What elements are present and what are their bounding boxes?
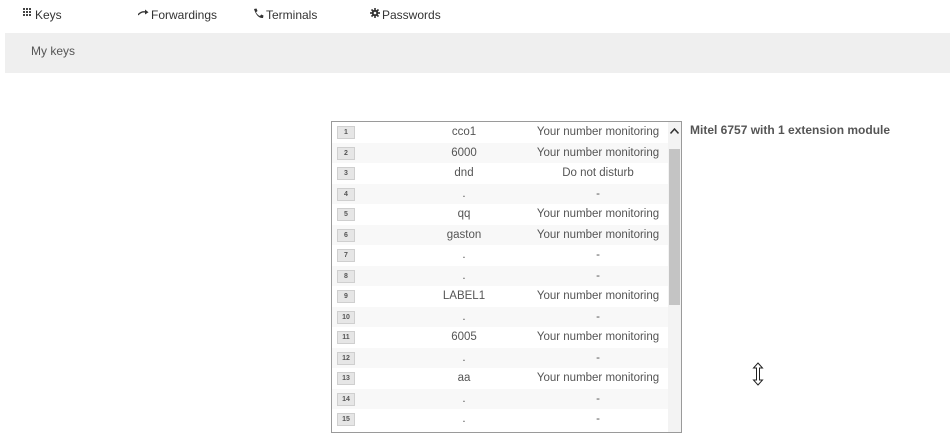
scroll-up-icon[interactable]	[668, 125, 681, 139]
key-row[interactable]: 9 LABEL1 Your number monitoring	[332, 286, 668, 307]
key-row[interactable]: 12. -	[332, 347, 668, 368]
nav-passwords[interactable]: Passwords	[370, 7, 441, 23]
key-row[interactable]: 15. -	[332, 409, 668, 430]
sub-header-bar: My keys	[5, 33, 950, 73]
key-label: aa	[457, 372, 471, 385]
key-number-badge[interactable]: 2	[337, 146, 355, 160]
key-row[interactable]: 6 gaston Your number monitoring	[332, 224, 668, 245]
key-number-badge[interactable]: 7	[337, 249, 355, 262]
key-row[interactable]: 3 dnd Do not disturb	[332, 163, 668, 184]
key-function: Do not disturb	[562, 167, 634, 180]
key-label: .	[462, 249, 466, 262]
key-label: 6000	[451, 146, 477, 159]
key-number-badge[interactable]: 1	[337, 126, 355, 139]
nav-keys-label: Keys	[35, 8, 62, 22]
nav-keys[interactable]: Keys	[23, 7, 62, 23]
top-navigation: Keys Forwardings Terminals Passwords	[0, 0, 950, 30]
scrollbar[interactable]	[668, 122, 681, 432]
key-function: Your number monitoring	[536, 146, 660, 159]
key-row[interactable]: 10. -	[332, 306, 668, 327]
key-function: -	[596, 392, 600, 405]
key-label: dnd	[454, 167, 474, 180]
grid-icon	[23, 8, 33, 22]
nav-terminals-label: Terminals	[266, 8, 318, 22]
key-function: Your number monitoring	[536, 126, 660, 139]
nav-forwardings[interactable]: Forwardings	[137, 7, 218, 23]
key-label: qq	[457, 208, 471, 221]
key-function: Your number monitoring	[536, 372, 660, 385]
key-function: Your number monitoring	[536, 228, 660, 241]
phone-icon	[253, 8, 264, 23]
resize-cursor-icon	[752, 362, 764, 386]
key-label: gaston	[446, 228, 482, 241]
key-number-badge[interactable]: 13	[337, 372, 355, 385]
key-function: -	[596, 413, 600, 426]
key-row[interactable]: 8. -	[332, 265, 668, 286]
key-label: .	[462, 269, 466, 282]
key-function: Your number monitoring	[536, 290, 660, 303]
key-label: cco1	[451, 126, 477, 139]
key-function: -	[596, 269, 600, 282]
arrow-right-icon	[137, 9, 149, 21]
device-title: Mitel 6757 with 1 extension module	[690, 123, 891, 137]
key-row[interactable]: 4. -	[332, 183, 668, 204]
page-title: My keys	[31, 44, 76, 58]
key-number-badge[interactable]: 4	[337, 187, 355, 201]
nav-passwords-label: Passwords	[382, 8, 441, 22]
key-label: .	[462, 392, 466, 405]
key-function: -	[596, 310, 600, 323]
key-row[interactable]: 1 cco1 Your number monitoring	[332, 122, 668, 143]
key-label: 6005	[451, 331, 477, 344]
key-function: -	[596, 249, 600, 262]
key-number-badge[interactable]: 14	[337, 392, 355, 406]
gear-icon	[370, 8, 380, 22]
key-number-badge[interactable]: 11	[337, 331, 355, 344]
key-number-badge[interactable]: 3	[337, 167, 355, 180]
key-function: Your number monitoring	[536, 331, 660, 344]
key-row[interactable]: 5 qq Your number monitoring	[332, 204, 668, 225]
keys-list-panel: 1 cco1 Your number monitoring 2 6000 Your num…	[331, 121, 682, 433]
key-number-badge[interactable]: 6	[337, 228, 355, 242]
key-number-badge[interactable]: 10	[337, 310, 355, 324]
key-number-badge[interactable]: 15	[337, 413, 355, 426]
key-row[interactable]: 13 aa Your number monitoring	[332, 368, 668, 389]
key-function: -	[596, 351, 600, 364]
scrollbar-thumb[interactable]	[669, 149, 680, 305]
key-row[interactable]: 7. -	[332, 245, 668, 266]
key-label: LABEL1	[442, 290, 486, 303]
key-label: .	[462, 413, 466, 426]
nav-forwardings-label: Forwardings	[151, 8, 218, 22]
key-number-badge[interactable]: 12	[337, 351, 355, 365]
key-label: .	[462, 310, 466, 323]
key-label: .	[462, 351, 466, 364]
key-function: Your number monitoring	[536, 208, 660, 221]
key-row[interactable]: 2 6000 Your number monitoring	[332, 142, 668, 163]
key-number-badge[interactable]: 5	[337, 208, 355, 221]
key-row[interactable]: 14. -	[332, 388, 668, 409]
key-number-badge[interactable]: 8	[337, 269, 355, 283]
key-function: -	[596, 187, 600, 200]
keys-list: 1 cco1 Your number monitoring 2 6000 Your num…	[332, 122, 668, 430]
key-row[interactable]: 11 6005 Your number monitoring	[332, 327, 668, 348]
nav-terminals[interactable]: Terminals	[253, 7, 317, 23]
key-number-badge[interactable]: 9	[337, 290, 355, 303]
key-label: .	[462, 187, 466, 200]
